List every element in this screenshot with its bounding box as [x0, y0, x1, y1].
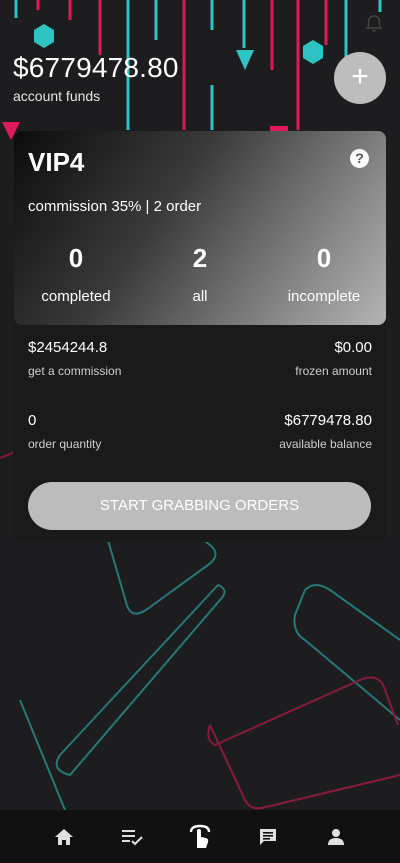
help-icon[interactable]: ? [350, 149, 369, 168]
frozen-value: $0.00 [334, 339, 372, 356]
order-list-icon [122, 829, 143, 845]
nav-home[interactable] [52, 825, 76, 849]
add-funds-button[interactable]: + [334, 52, 386, 104]
stat-label: incomplete [287, 288, 361, 305]
order-quantity-info: 0 order quantity [28, 412, 101, 451]
tap-icon [189, 824, 211, 848]
available-balance-value: $6779478.80 [284, 412, 372, 429]
vip-level: VIP4 [28, 147, 85, 177]
nav-profile[interactable] [324, 825, 348, 849]
account-funds-label: account funds [13, 88, 101, 104]
frozen-label: frozen amount [295, 364, 372, 378]
start-grabbing-orders-button[interactable]: START GRABBING ORDERS [28, 482, 371, 530]
bottom-nav [0, 810, 400, 863]
bell-icon[interactable] [364, 14, 384, 34]
stat-value: 2 [192, 243, 208, 273]
vip-card: VIP4 ? commission 35% | 2 order 0 comple… [14, 131, 386, 325]
frozen-info: $0.00 frozen amount [295, 339, 372, 378]
account-funds-amount: $6779478.80 [13, 52, 179, 83]
commission-label: get a commission [28, 364, 122, 378]
available-balance-label: available balance [279, 437, 372, 451]
stat-completed: 0 completed [16, 243, 136, 305]
commission-value: $2454244.8 [28, 339, 108, 356]
stat-incomplete: 0 incomplete [264, 243, 384, 305]
order-quantity-value: 0 [28, 412, 37, 429]
nav-grab[interactable] [188, 824, 212, 849]
order-quantity-label: order quantity [28, 437, 102, 451]
stat-label: all [192, 288, 208, 305]
commission-info: $2454244.8 get a commission [28, 339, 121, 378]
user-icon [328, 828, 344, 845]
stat-label: completed [41, 288, 111, 305]
stat-value: 0 [316, 243, 332, 273]
nav-messages[interactable] [256, 825, 280, 849]
home-icon [55, 828, 73, 845]
nav-orders[interactable] [120, 825, 144, 849]
stat-all: 2 all [140, 243, 260, 305]
message-icon [260, 828, 276, 845]
available-balance-info: $6779478.80 available balance [279, 412, 372, 451]
commission-rate: commission 35% | 2 order [28, 198, 202, 215]
stat-value: 0 [68, 243, 84, 273]
